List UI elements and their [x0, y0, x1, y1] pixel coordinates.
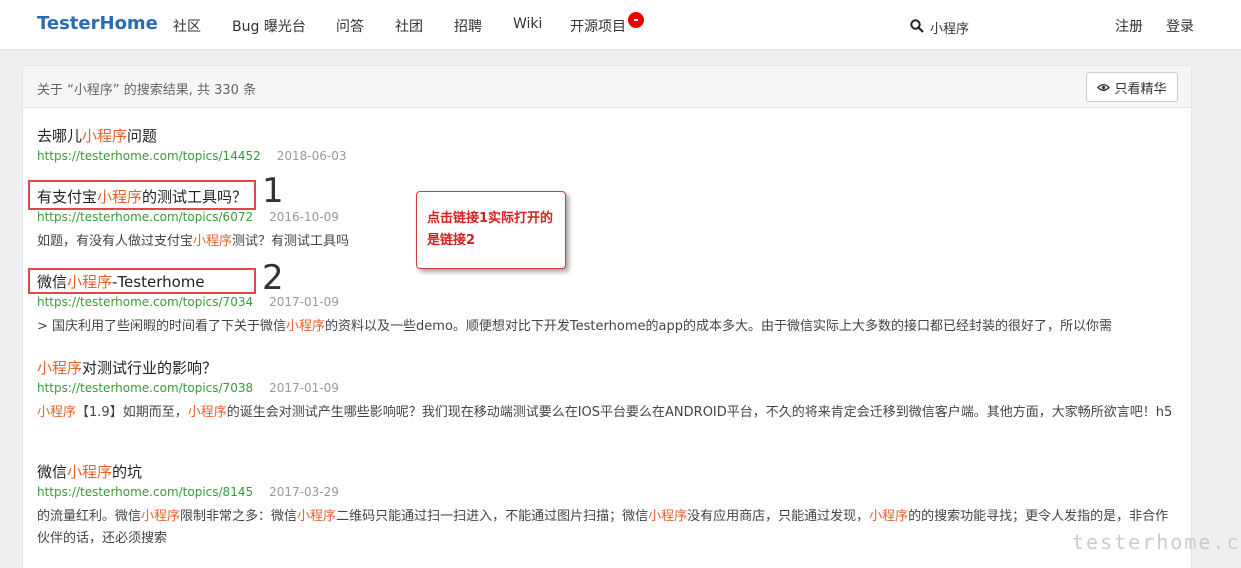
annotation-box-2: [28, 268, 256, 294]
watermark: testerhome.com: [1072, 530, 1241, 554]
annotation-marker-2: 2: [262, 258, 284, 298]
nav-item-bug[interactable]: Bug 曝光台: [232, 16, 306, 36]
result-title-link[interactable]: 微信小程序的坑: [37, 462, 1177, 482]
results-header: 关于 “小程序” 的搜索结果, 共 330 条 只看精华: [23, 66, 1191, 108]
annotation-marker-1: 1: [262, 171, 284, 211]
result-date: 2017-03-29: [269, 485, 339, 499]
result-title-link[interactable]: 小程序对测试行业的影响？: [37, 358, 1177, 378]
nav-item-opensource[interactable]: 开源项目: [570, 16, 626, 36]
nav-item-clubs[interactable]: 社团: [395, 16, 423, 36]
annotation-note: 点击链接1实际打开的是链接2: [416, 191, 566, 269]
result-excerpt: 小程序【1.9】如期而至，小程序的诞生会对测试产生哪些影响呢？我们现在移动端测试…: [37, 405, 1173, 420]
result-url[interactable]: https://testerhome.com/topics/7038: [37, 381, 253, 395]
result-excerpt: > 国庆利用了些闲暇的时间看了下关于微信小程序的资料以及一些demo。顺便想对比…: [37, 319, 1112, 334]
search-result: 去哪儿小程序问题 https://testerhome.com/topics/1…: [37, 126, 1177, 164]
result-excerpt: 如题，有没有人做过支付宝小程序测试？有测试工具吗: [37, 234, 350, 249]
result-url[interactable]: https://testerhome.com/topics/8145: [37, 485, 253, 499]
result-url[interactable]: https://testerhome.com/topics/7034: [37, 295, 253, 309]
nav-item-qa[interactable]: 问答: [336, 16, 364, 36]
eye-icon: [1097, 83, 1111, 91]
result-date: 2018-06-03: [276, 149, 347, 163]
result-date: 2016-10-09: [269, 210, 339, 224]
result-url[interactable]: https://testerhome.com/topics/6072: [37, 210, 253, 224]
annotation-box-1: [28, 180, 256, 210]
search-result: 小程序对测试行业的影响？ https://testerhome.com/topi…: [37, 358, 1177, 424]
excellent-only-button[interactable]: 只看精华: [1086, 72, 1178, 102]
register-link[interactable]: 注册: [1115, 16, 1143, 36]
notification-dot-icon: [628, 12, 644, 28]
login-link[interactable]: 登录: [1166, 16, 1194, 36]
brand-logo[interactable]: TesterHome: [37, 13, 158, 34]
search-icon[interactable]: [910, 19, 924, 33]
search-results-panel: 关于 “小程序” 的搜索结果, 共 330 条 只看精华 去哪儿小程序问题 ht…: [22, 65, 1192, 568]
result-excerpt: 的流量红利。微信小程序限制非常之多：微信小程序二维码只能通过扫一扫进入，不能通过…: [37, 509, 1169, 546]
excellent-only-label: 只看精华: [1114, 81, 1167, 97]
result-url[interactable]: https://testerhome.com/topics/14452: [37, 149, 261, 163]
nav-item-wiki[interactable]: Wiki: [513, 16, 542, 32]
search-input[interactable]: [930, 17, 1080, 37]
nav-item-community[interactable]: 社区: [173, 16, 201, 36]
search-result: 微信小程序的坑 https://testerhome.com/topics/81…: [37, 462, 1177, 550]
result-title-link[interactable]: 去哪儿小程序问题: [37, 126, 1177, 146]
nav-item-jobs[interactable]: 招聘: [454, 16, 482, 36]
top-navbar: TesterHome 社区 Bug 曝光台 问答 社团 招聘 Wiki 开源项目…: [0, 0, 1241, 50]
results-summary: 关于 “小程序” 的搜索结果, 共 330 条: [37, 83, 257, 98]
result-date: 2017-01-09: [269, 381, 339, 395]
